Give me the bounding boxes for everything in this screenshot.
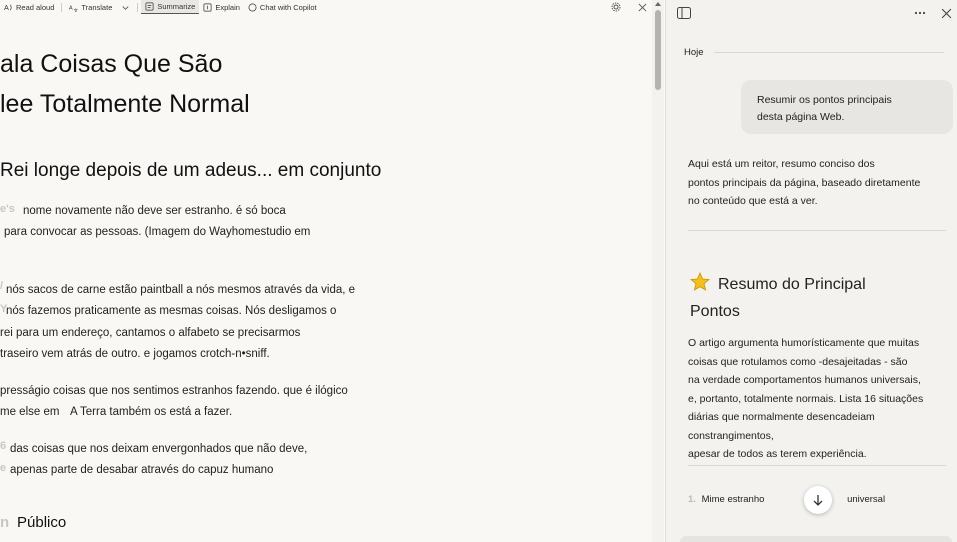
scroll-up-arrow[interactable]	[655, 2, 661, 6]
settings-button[interactable]	[609, 0, 623, 14]
svg-text:A: A	[69, 5, 73, 11]
summary-title-line: Pontos	[690, 303, 740, 320]
scroll-thumb[interactable]	[655, 10, 661, 90]
article-paragraph-line: A Terra também os está a fazer.	[70, 406, 233, 418]
article-paragraph-line: rei para um endereço, cantamos o alfabet…	[0, 327, 301, 339]
list-item-text: Mime estranho	[701, 494, 765, 505]
summary-line: apesar de todos as terem experiência.	[688, 448, 867, 460]
close-icon	[638, 3, 646, 11]
copilot-pane: Hoje Resumir os pontos principais desta …	[665, 0, 957, 542]
chat-label: Chat with Copilot	[259, 2, 317, 12]
article-paragraph-line: nós fazemos praticamente as mesmas coisa…	[6, 305, 337, 317]
user-message-line: desta página Web.	[757, 111, 845, 123]
article-title-line-2: lee Totalmente Normal	[0, 90, 250, 118]
svg-text:A: A	[4, 3, 9, 12]
svg-text:文: 文	[74, 7, 79, 12]
reader-pane: A Read aloud A文 Translate Summarize Expl…	[0, 0, 664, 542]
summary-paragraph: O artigo argumenta humorísticamente que …	[688, 334, 957, 464]
list-item-number: 1.	[688, 494, 696, 505]
list-item-text: universal	[847, 494, 886, 505]
gear-icon	[611, 2, 621, 12]
explain-label: Explain	[215, 2, 240, 12]
star-icon	[690, 272, 710, 291]
assistant-reply-line: Aqui está um reitor, resumo conciso dos	[688, 158, 875, 170]
article-paragraph-line: traseiro vem atrás de outro. e jogamos c…	[0, 348, 270, 360]
translate-icon: A文	[69, 5, 79, 12]
faded-text-fragment: n	[0, 514, 10, 531]
summarize-icon	[145, 2, 154, 11]
summary-title-line: Resumo do Principal	[718, 276, 866, 293]
user-message-line: Resumir os pontos principais	[757, 94, 892, 106]
summary-line: coisas que rotulamos como -desajeitadas …	[688, 355, 908, 368]
close-icon	[941, 8, 951, 18]
close-copilot-button[interactable]	[938, 6, 954, 20]
chat-icon	[248, 3, 257, 11]
summary-list-item: 1. Mime estranho universal	[688, 494, 885, 505]
faded-text-fragment: /	[0, 280, 4, 292]
article-section-heading: Público	[17, 514, 67, 531]
explain-button[interactable]: Explain	[199, 0, 244, 14]
article-paragraph-line: me else em	[0, 406, 60, 418]
article-paragraph-line: apenas parte de desabar através do capuz…	[10, 464, 274, 476]
assistant-reply-line: pontos principais da página, baseado dir…	[688, 176, 921, 189]
summarize-button[interactable]: Summarize	[141, 0, 200, 14]
summary-title: Resumo do Principal Pontos	[690, 271, 866, 325]
explain-icon	[203, 3, 212, 11]
faded-text-fragment: e	[0, 462, 7, 474]
translate-label: Translate	[81, 2, 113, 12]
sidebar-panel-icon	[677, 7, 691, 19]
reader-toolbar: A Read aloud A文 Translate Summarize Expl…	[0, 0, 652, 14]
section-divider	[688, 465, 946, 466]
more-options-button[interactable]	[912, 6, 928, 20]
date-separator-label: Hoje	[684, 47, 704, 58]
article-heading: Rei longe depois de um adeus... em conju…	[0, 160, 382, 181]
article-title-line-1: ala Coisas Que São	[0, 50, 223, 78]
reader-scrollbar[interactable]	[652, 0, 664, 542]
assistant-reply-line: no conteúdo que está a ver.	[688, 195, 818, 207]
article-paragraph-line: das coisas que nos deixam envergonhados …	[10, 443, 308, 455]
article-paragraph-line: presságio coisas que nos sentimos estran…	[0, 385, 348, 397]
more-icon	[914, 11, 926, 15]
date-separator-line	[714, 52, 944, 53]
sidebar-toggle-button[interactable]	[676, 6, 692, 20]
summary-line: na verdade comportamentos humanos univer…	[688, 374, 921, 386]
summary-line: O artigo argumenta humorísticamente que …	[688, 337, 920, 349]
user-message-bubble: Resumir os pontos principais desta págin…	[741, 80, 953, 134]
section-divider	[688, 230, 946, 231]
translate-button[interactable]: A文 Translate	[65, 0, 134, 14]
close-reader-button[interactable]	[635, 0, 649, 14]
summary-line: diárias que normalmente desencadeiam con…	[688, 411, 875, 442]
summarize-label: Summarize	[157, 2, 196, 11]
read-aloud-icon: A	[4, 3, 12, 12]
toolbar-divider	[61, 2, 63, 12]
toolbar-divider	[137, 2, 139, 12]
article-paragraph-line: nome novamente não deve ser estranho. é …	[23, 205, 286, 217]
faded-text-fragment: 6	[0, 440, 7, 452]
assistant-reply: Aqui está um reitor, resumo conciso dos …	[688, 155, 920, 211]
chat-with-copilot-button[interactable]: Chat with Copilot	[244, 0, 321, 14]
article-paragraph-line: nós sacos de carne estão paintball a nós…	[6, 284, 356, 296]
faded-text-fragment: e's	[0, 203, 15, 215]
arrow-down-icon	[813, 495, 823, 506]
chat-input-area[interactable]	[680, 536, 952, 542]
read-aloud-button[interactable]: A Read aloud	[0, 0, 58, 14]
article-paragraph-line: para convocar as pessoas. (Imagem do Way…	[4, 226, 311, 238]
scroll-to-bottom-button[interactable]	[804, 486, 832, 514]
read-aloud-label: Read aloud	[16, 2, 55, 12]
summary-line: e, portanto, totalmente normais. Lista 1…	[688, 392, 924, 405]
chevron-down-icon[interactable]	[121, 3, 130, 12]
